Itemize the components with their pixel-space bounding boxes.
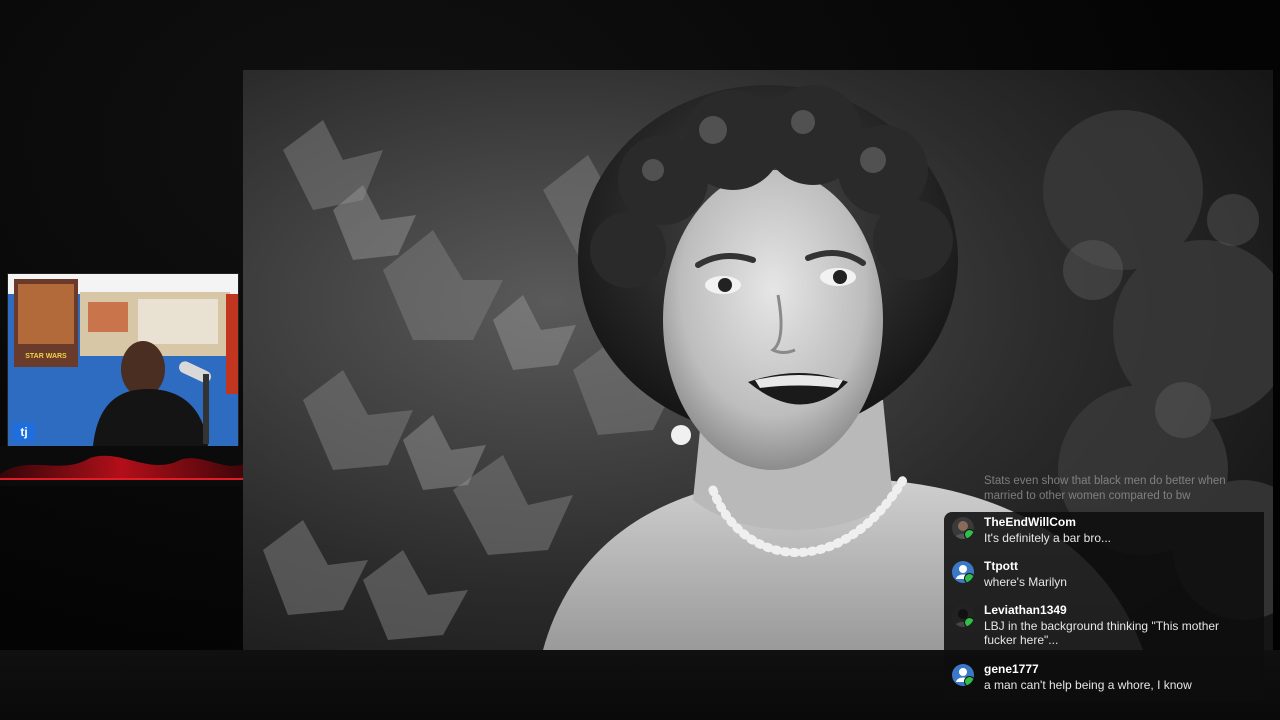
default-user-avatar-icon[interactable]: [952, 561, 974, 583]
chat-message-text: a man can't help being a whore, I know: [984, 678, 1192, 692]
chat-username[interactable]: Ttpott: [984, 559, 1018, 573]
chat-username[interactable]: Leviathan1349: [984, 603, 1067, 617]
chat-username[interactable]: gene1777: [984, 662, 1039, 676]
chat-message-text: It's definitely a bar bro...: [984, 531, 1112, 545]
online-indicator-icon: [964, 676, 974, 686]
online-indicator-icon: [964, 617, 974, 627]
photo-avatar-icon[interactable]: [952, 605, 974, 627]
webcam-feed-image: STAR WARS: [8, 274, 238, 446]
online-indicator-icon: [964, 529, 974, 539]
photo-avatar-icon[interactable]: [952, 517, 974, 539]
online-indicator-icon: [964, 573, 974, 583]
poster-title: STAR WARS: [25, 353, 67, 360]
stream-overlay: STAR WARS tj Stats even show that black …: [0, 0, 1280, 720]
channel-tag-badge: tj: [13, 423, 35, 441]
live-chat-overlay: Stats even show that black men do better…: [944, 470, 1264, 702]
chat-message-text: where's Marilyn: [984, 575, 1067, 589]
chat-username[interactable]: TheEndWillCom: [984, 515, 1076, 529]
chat-message-text: LBJ in the background thinking "This mot…: [984, 619, 1220, 647]
default-user-avatar-icon[interactable]: [952, 664, 974, 686]
chat-faded-message: Stats even show that black men do better…: [984, 475, 1226, 502]
streamer-webcam[interactable]: STAR WARS tj: [7, 273, 239, 447]
red-smoke-decoration: [0, 446, 243, 486]
chat-panel: TheEndWillCom It's definitely a bar bro.…: [944, 512, 1264, 702]
